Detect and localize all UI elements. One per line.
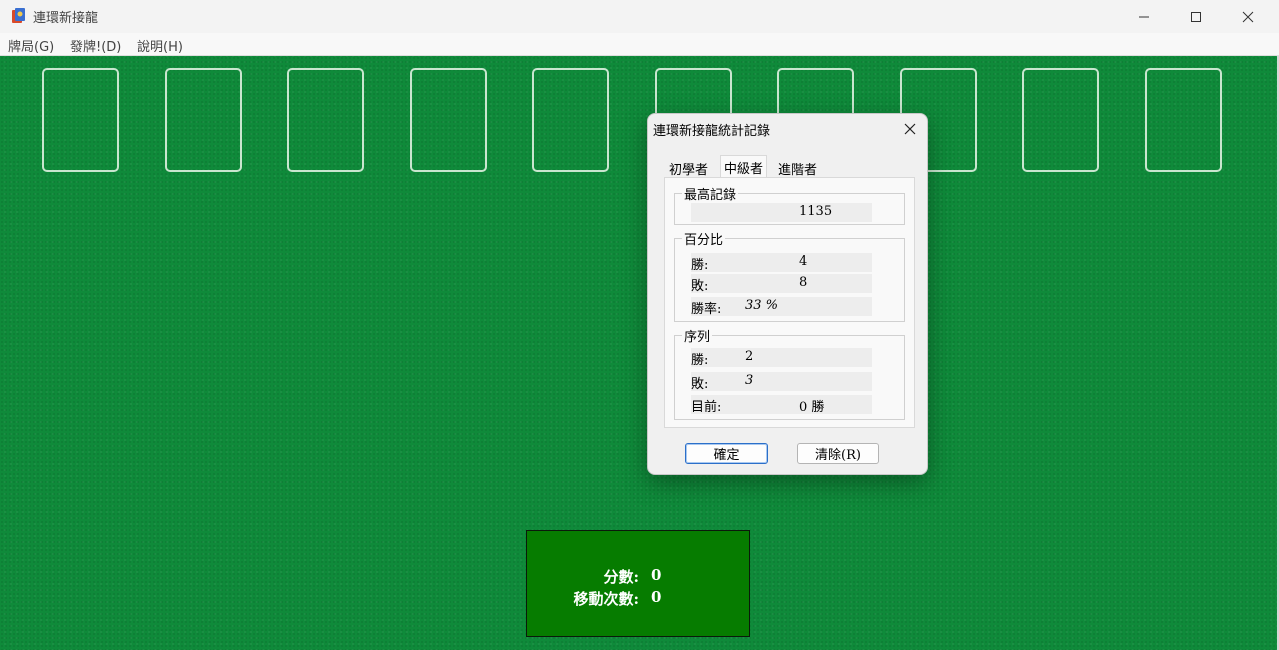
win-rate-label: 勝率: [691,302,722,317]
tab-panel: 最高記錄 1135 百分比 勝: 4 敗: 8 勝率: 33 % 序列 勝: 2… [664,177,915,428]
card-slot[interactable] [1145,68,1222,172]
card-slot[interactable] [165,68,242,172]
card-slot[interactable] [287,68,364,172]
streak-wins-value: 2 [745,349,754,364]
current-streak-field: 目前: 0 勝 [691,395,872,415]
close-icon [904,123,916,135]
percentage-group: 百分比 勝: 4 敗: 8 勝率: 33 % [674,229,905,322]
current-streak-value: 0 勝 [799,400,825,415]
menu-deal[interactable]: 發牌!(D) [70,36,121,55]
wins-label: 勝: [691,258,709,273]
card-slot[interactable] [1022,68,1099,172]
title-bar: 連環新接龍 [0,0,1279,33]
ok-button[interactable]: 確定 [685,443,768,464]
win-rate-value: 33 % [745,298,779,313]
streak-losses-value: 3 [745,373,754,388]
dialog-close-button[interactable] [902,121,918,137]
card-slot[interactable] [42,68,119,172]
clear-button[interactable]: 清除(R) [797,443,879,464]
streak-wins-label: 勝: [691,353,709,368]
wins-field: 勝: 4 [691,253,872,273]
score-value: 0 [651,566,662,584]
window-title: 連環新接龍 [33,11,99,26]
group-title: 序列 [682,326,713,345]
close-button[interactable] [1222,0,1274,33]
close-icon [1242,11,1254,22]
menu-bar: 牌局(G) 發牌!(D) 說明(H) [0,33,1279,56]
win-rate-field: 勝率: 33 % [691,297,872,317]
maximize-button[interactable] [1170,0,1222,33]
statistics-dialog: 連環新接龍統計記錄 初學者 中級者 進階者 最高記錄 1135 百分比 勝: 4… [647,113,928,475]
group-title: 最高記錄 [682,184,739,203]
moves-value: 0 [651,588,662,606]
group-title: 百分比 [682,229,726,248]
losses-field: 敗: 8 [691,274,872,294]
streak-losses-field: 敗: 3 [691,372,872,392]
card-slot[interactable] [410,68,487,172]
streak-losses-label: 敗: [691,377,709,392]
high-score-group: 最高記錄 1135 [674,184,905,225]
high-score-field: 1135 [691,203,872,222]
losses-value: 8 [799,275,808,290]
score-label: 分數: [603,568,639,586]
score-panel: 分數: 0 移動次數: 0 [526,530,750,637]
maximize-icon [1191,11,1201,22]
losses-label: 敗: [691,279,709,294]
app-icon [10,7,27,24]
minimize-icon [1139,16,1149,17]
menu-help[interactable]: 說明(H) [137,36,183,55]
tab-intermediate[interactable]: 中級者 [720,155,768,179]
tab-beginner[interactable]: 初學者 [666,159,711,179]
dialog-title: 連環新接龍統計記錄 [653,124,771,139]
minimize-button[interactable] [1118,0,1170,33]
tab-advanced[interactable]: 進階者 [775,159,820,179]
moves-label: 移動次數: [573,590,639,608]
game-table[interactable]: 分數: 0 移動次數: 0 [0,56,1277,650]
streak-wins-field: 勝: 2 [691,348,872,368]
current-streak-label: 目前: [691,400,722,415]
wins-value: 4 [799,254,808,269]
high-score-value: 1135 [799,204,833,219]
card-slot[interactable] [532,68,609,172]
streaks-group: 序列 勝: 2 敗: 3 目前: 0 勝 [674,326,905,420]
menu-game[interactable]: 牌局(G) [8,36,54,55]
